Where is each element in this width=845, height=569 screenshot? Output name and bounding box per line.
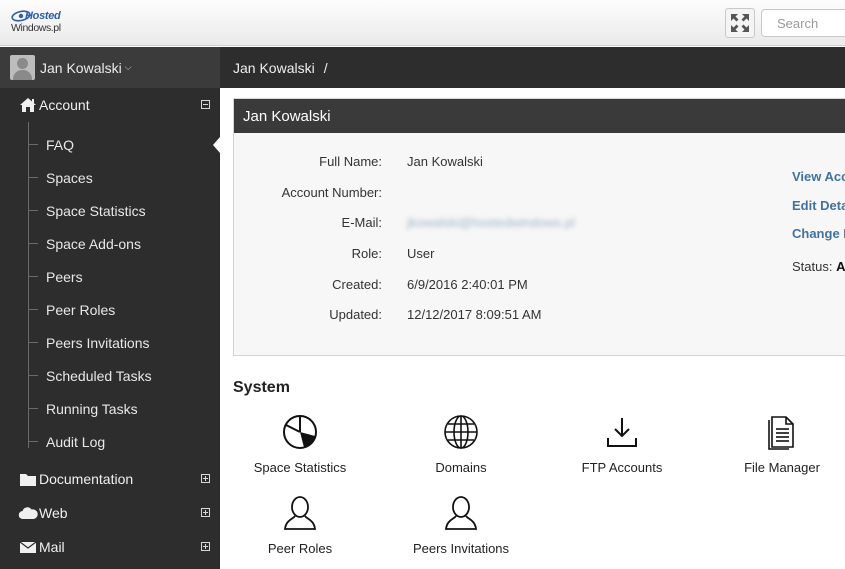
detail-row-full-name: Full Name: Jan Kowalski <box>234 154 794 174</box>
edit-details-link[interactable]: Edit Deta <box>792 198 845 213</box>
sidebar-item-label: Running Tasks <box>46 400 138 417</box>
avatar <box>10 55 35 80</box>
detail-row-updated: Updated: 12/12/2017 8:09:51 AM <box>234 307 794 327</box>
sidebar-item-spaces[interactable]: Spaces <box>0 161 220 194</box>
sidebar-item-documentation[interactable]: Documentation <box>0 462 220 496</box>
account-status: Status: Ac <box>792 259 845 274</box>
sidebar-item-label: Audit Log <box>46 433 106 450</box>
sidebar-item-peers-invitations[interactable]: Peers Invitations <box>0 326 220 359</box>
tile-label: Peer Roles <box>267 541 333 556</box>
detail-label: Account Number: <box>281 185 382 200</box>
sidebar-item-mail[interactable]: Mail <box>0 530 220 564</box>
sidebar-item-label: Space Add-ons <box>46 235 141 252</box>
sidebar-item-peer-roles[interactable]: Peer Roles <box>0 293 220 326</box>
document-icon <box>702 412 845 452</box>
top-bar: Hosted Windows.pl <box>0 0 845 46</box>
tile-label: Space Statistics <box>253 460 347 475</box>
expand-icon[interactable] <box>201 542 210 551</box>
sidebar-item-running-tasks[interactable]: Running Tasks <box>0 392 220 425</box>
globe-icon <box>381 412 541 452</box>
tile-label: Peers Invitations <box>412 541 510 556</box>
account-details-panel: Jan Kowalski Full Name: Jan Kowalski Acc… <box>233 98 845 356</box>
detail-row-email: E-Mail: jkowalski@hostedwindows.pl <box>234 215 794 235</box>
detail-label: E-Mail: <box>341 215 382 230</box>
detail-row-account-number: Account Number: <box>234 185 794 205</box>
detail-row-created: Created: 6/9/2016 2:40:01 PM <box>234 277 794 297</box>
tile-label: FTP Accounts <box>581 460 663 475</box>
panel-title: Jan Kowalski <box>234 99 845 133</box>
detail-value-email: jkowalski@hostedwindows.pl <box>407 215 575 230</box>
user-icon <box>220 493 380 533</box>
tile-domains[interactable]: Domains <box>381 412 541 482</box>
sidebar-item-account[interactable]: Account <box>0 88 220 122</box>
tile-peers-invitations[interactable]: Peers Invitations <box>381 493 541 563</box>
detail-row-role: Role: User <box>234 246 794 266</box>
collapse-icon[interactable] <box>201 100 210 109</box>
sidebar-item-label: Spaces <box>46 169 93 186</box>
tile-space-statistics[interactable]: Space Statistics <box>220 412 380 482</box>
sidebar-item-label: Account <box>39 97 90 113</box>
expand-icon[interactable] <box>201 474 210 483</box>
user-name: Jan Kowalski <box>40 59 122 76</box>
home-icon <box>18 96 38 114</box>
folder-icon <box>18 470 38 488</box>
sidebar-item-label: Peers <box>46 268 83 285</box>
download-icon <box>542 412 702 452</box>
sidebar-item-web[interactable]: Web <box>0 496 220 530</box>
logo[interactable]: Hosted Windows.pl <box>11 9 75 37</box>
sidebar: Jan Kowalski ⌵ Account FAQ Spaces Space … <box>0 47 220 569</box>
sidebar-item-label: Scheduled Tasks <box>46 367 152 384</box>
breadcrumb-separator: / <box>323 59 328 76</box>
view-account-link[interactable]: View Acc <box>792 169 845 184</box>
chevron-down-icon: ⌵ <box>124 62 132 72</box>
pie-chart-icon <box>220 412 380 452</box>
sidebar-item-scheduled-tasks[interactable]: Scheduled Tasks <box>0 359 220 392</box>
detail-value: 6/9/2016 2:40:01 PM <box>407 277 528 292</box>
sidebar-item-label: Web <box>39 505 68 521</box>
sidebar-item-label: FAQ <box>46 136 75 153</box>
sidebar-item-label: Peers Invitations <box>46 334 150 351</box>
sidebar-item-space-addons[interactable]: Space Add-ons <box>0 227 220 260</box>
sidebar-item-label: Documentation <box>39 471 134 487</box>
breadcrumb: Jan Kowalski / <box>220 47 845 88</box>
expand-icon[interactable] <box>201 508 210 517</box>
sidebar-item-label: Space Statistics <box>46 202 146 219</box>
detail-value: User <box>407 246 435 261</box>
status-value: Ac <box>836 259 845 274</box>
detail-label: Created: <box>332 277 382 292</box>
expand-arrows-icon <box>731 14 749 32</box>
change-password-link[interactable]: Change P <box>792 226 845 241</box>
breadcrumb-item[interactable]: Jan Kowalski <box>233 60 315 76</box>
tile-file-manager[interactable]: File Manager <box>702 412 845 482</box>
search-input[interactable] <box>761 9 845 37</box>
detail-label: Full Name: <box>319 154 382 169</box>
status-label: Status: <box>792 259 833 274</box>
sidebar-item-space-statistics[interactable]: Space Statistics <box>0 194 220 227</box>
detail-value: 12/12/2017 8:09:51 AM <box>407 307 542 322</box>
detail-label: Role: <box>351 246 382 261</box>
user-menu[interactable]: Jan Kowalski ⌵ <box>0 47 220 88</box>
tile-label: File Manager <box>744 460 820 475</box>
sidebar-item-faq[interactable]: FAQ <box>0 128 220 161</box>
envelope-icon <box>18 538 38 556</box>
logo-text-line2: Windows.pl <box>11 22 61 34</box>
detail-label: Updated: <box>329 307 382 322</box>
detail-value: Jan Kowalski <box>407 154 483 169</box>
user-icon <box>381 493 541 533</box>
sidebar-item-label: Mail <box>39 539 65 555</box>
tile-label: Domains <box>435 460 487 475</box>
fullscreen-button[interactable] <box>725 8 755 38</box>
account-subnav: FAQ Spaces Space Statistics Space Add-on… <box>0 122 220 462</box>
section-title-system: System <box>233 379 290 396</box>
sidebar-item-audit-log[interactable]: Audit Log <box>0 425 220 458</box>
cloud-icon <box>18 504 38 522</box>
tile-peer-roles[interactable]: Peer Roles <box>220 493 380 563</box>
sidebar-item-peers[interactable]: Peers <box>0 260 220 293</box>
logo-text-line1: Hosted <box>25 10 61 22</box>
sidebar-item-label: Peer Roles <box>46 301 116 318</box>
tile-ftp-accounts[interactable]: FTP Accounts <box>542 412 702 482</box>
